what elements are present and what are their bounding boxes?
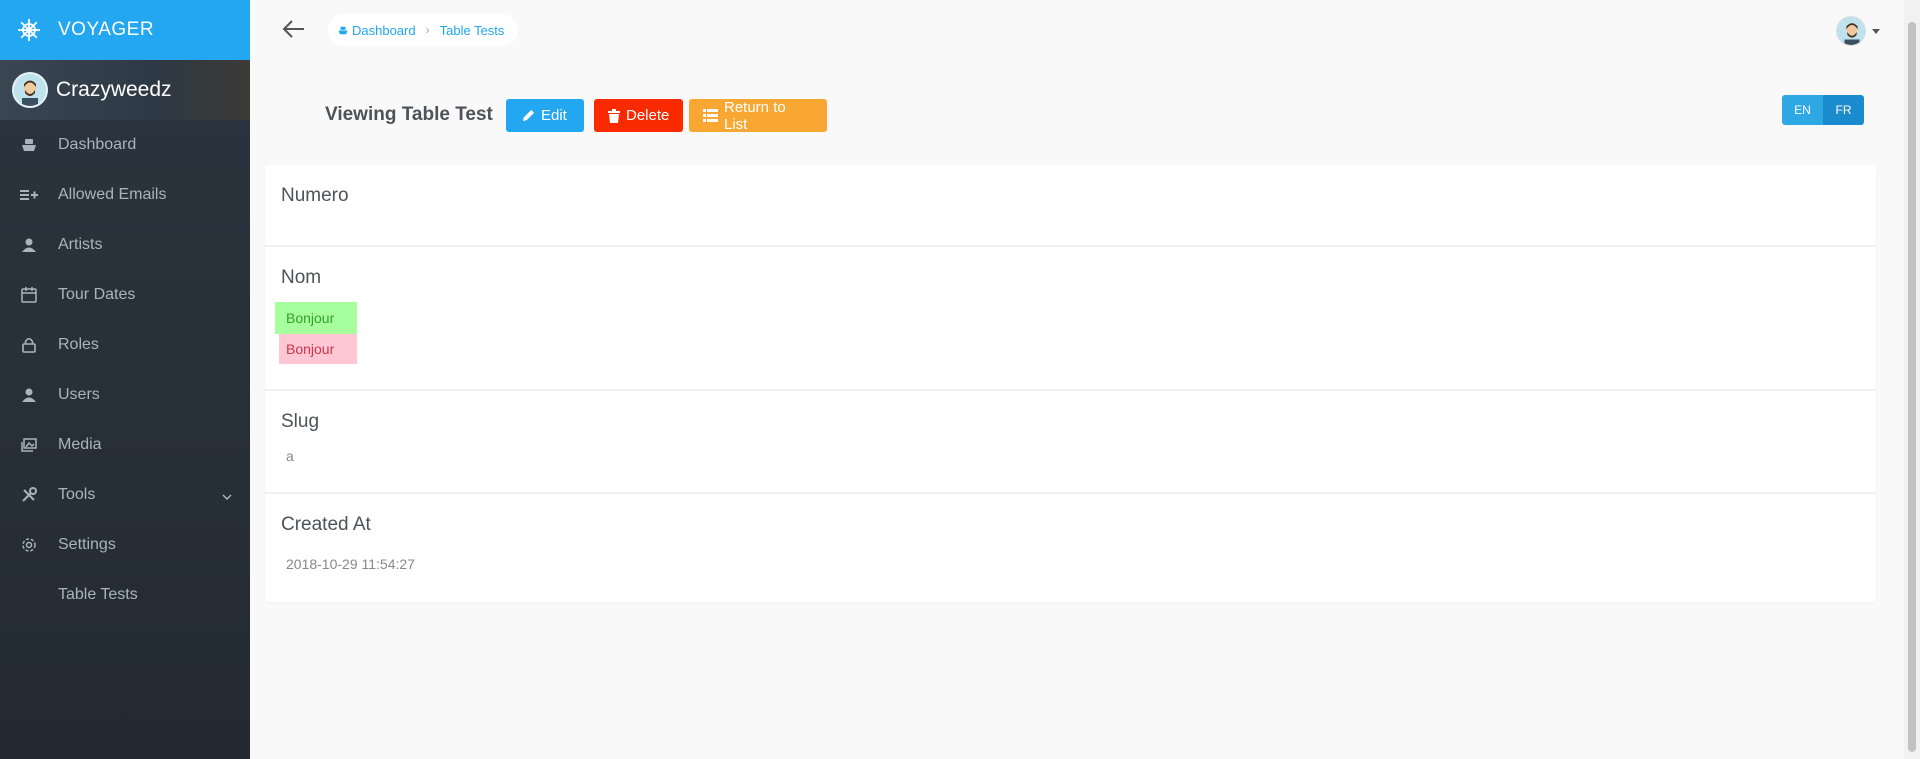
return-to-list-button[interactable]: Return to List bbox=[689, 98, 827, 133]
sidebar-item-label: Tools bbox=[58, 486, 96, 503]
sidebar-item-label: Roles bbox=[58, 336, 99, 353]
language-switcher: EN FR bbox=[1782, 95, 1864, 125]
sidebar: VOYAGER Crazyweedz Dashboard Allowed Ema… bbox=[0, 0, 250, 759]
avatar bbox=[1836, 16, 1866, 46]
chevron-down-icon bbox=[222, 488, 232, 506]
page-title: Viewing Table Test bbox=[325, 104, 493, 125]
sidebar-item-dashboard[interactable]: Dashboard bbox=[0, 120, 250, 170]
tools-icon bbox=[20, 486, 38, 504]
field-created-at: Created At 2018-10-29 11:54:27 bbox=[265, 494, 1876, 602]
sidebar-item-label: Allowed Emails bbox=[58, 186, 167, 203]
record-panel: Numero Nom Slug a Created At 2018-10-29 … bbox=[265, 165, 1876, 602]
caret-down-icon bbox=[1872, 28, 1880, 34]
delete-button[interactable]: Delete bbox=[594, 99, 683, 132]
field-value: 2018-10-29 11:54:27 bbox=[286, 556, 415, 572]
sidebar-item-media[interactable]: Media bbox=[0, 420, 250, 470]
sidebar-item-label: Settings bbox=[58, 536, 116, 553]
sidebar-item-roles[interactable]: Roles bbox=[0, 320, 250, 370]
user-profile[interactable]: Crazyweedz bbox=[0, 60, 250, 120]
field-label: Slug bbox=[281, 411, 320, 432]
person-icon bbox=[20, 386, 38, 404]
field-slug: Slug a bbox=[265, 391, 1876, 494]
pencil-icon bbox=[522, 109, 535, 122]
sidebar-item-label: Artists bbox=[58, 236, 103, 253]
user-dropdown[interactable] bbox=[1836, 16, 1880, 46]
sidebar-item-tour-dates[interactable]: Tour Dates bbox=[0, 270, 250, 320]
diff-removed-value: Bonjour bbox=[279, 334, 357, 364]
images-icon bbox=[20, 436, 38, 454]
avatar bbox=[12, 72, 48, 108]
brand[interactable]: VOYAGER bbox=[0, 0, 250, 60]
edit-button[interactable]: Edit bbox=[506, 99, 584, 132]
sidebar-item-users[interactable]: Users bbox=[0, 370, 250, 420]
field-label: Numero bbox=[281, 185, 349, 206]
scrollbar-thumb[interactable] bbox=[1908, 22, 1916, 752]
field-label: Nom bbox=[281, 267, 322, 288]
return-button-label: Return to List bbox=[724, 98, 786, 133]
sidebar-item-settings[interactable]: Settings bbox=[0, 520, 250, 570]
sidebar-item-label: Media bbox=[58, 436, 102, 453]
breadcrumb: Dashboard › Table Tests bbox=[328, 14, 519, 46]
edit-button-label: Edit bbox=[541, 107, 567, 124]
lang-en-button[interactable]: EN bbox=[1782, 95, 1823, 125]
person-icon bbox=[20, 236, 38, 254]
top-navbar: Dashboard › Table Tests bbox=[250, 0, 1904, 62]
lang-fr-button[interactable]: FR bbox=[1823, 95, 1864, 125]
calendar-icon bbox=[20, 286, 38, 304]
sidebar-menu: Dashboard Allowed Emails Artists Tour Da… bbox=[0, 120, 250, 620]
sidebar-item-artists[interactable]: Artists bbox=[0, 220, 250, 270]
diff-added-value: Bonjour bbox=[275, 302, 357, 334]
delete-button-label: Delete bbox=[626, 107, 670, 124]
sidebar-item-label: Users bbox=[58, 386, 100, 403]
boat-icon bbox=[338, 23, 348, 38]
field-label: Created At bbox=[281, 514, 371, 535]
list-icon bbox=[703, 109, 718, 122]
sidebar-item-label: Table Tests bbox=[58, 586, 138, 603]
sidebar-item-allowed-emails[interactable]: Allowed Emails bbox=[0, 170, 250, 220]
sidebar-item-tools[interactable]: Tools bbox=[0, 470, 250, 520]
chevron-right-icon: › bbox=[425, 23, 430, 37]
profile-name: Crazyweedz bbox=[56, 78, 172, 101]
sidebar-item-label: Tour Dates bbox=[58, 286, 136, 303]
field-value: a bbox=[286, 448, 294, 464]
back-arrow-icon[interactable] bbox=[282, 19, 308, 41]
breadcrumb-dashboard[interactable]: Dashboard bbox=[352, 23, 416, 38]
trash-icon bbox=[608, 108, 620, 123]
breadcrumb-table-tests[interactable]: Table Tests bbox=[440, 23, 505, 38]
brand-title: VOYAGER bbox=[58, 19, 155, 40]
list-add-icon bbox=[20, 186, 38, 204]
gear-icon bbox=[20, 536, 38, 554]
vertical-scrollbar[interactable] bbox=[1904, 0, 1920, 759]
boat-icon bbox=[20, 136, 38, 154]
sidebar-item-table-tests[interactable]: Table Tests bbox=[0, 570, 250, 620]
lock-icon bbox=[20, 336, 38, 354]
field-nom: Nom bbox=[265, 247, 1876, 391]
sidebar-item-label: Dashboard bbox=[58, 136, 137, 153]
helm-icon bbox=[16, 17, 42, 43]
field-numero: Numero bbox=[265, 165, 1876, 247]
